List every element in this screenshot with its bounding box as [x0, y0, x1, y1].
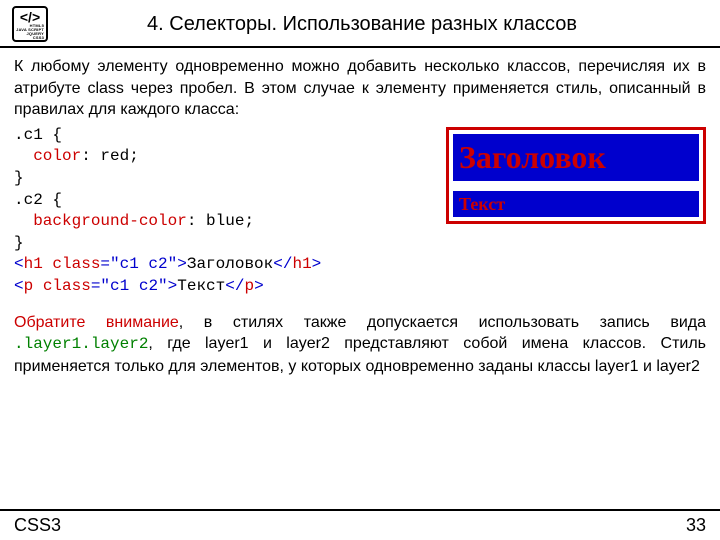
slide-header: </> HTML5 JAVA SCRIPT JQUERY CSS3 4. Сел…: [0, 0, 720, 48]
example-text: Текст: [453, 191, 699, 217]
note-highlight: Обратите внимание: [14, 314, 179, 331]
tech-logo: </> HTML5 JAVA SCRIPT JQUERY CSS3: [12, 6, 48, 42]
example-heading: Заголовок: [453, 134, 699, 181]
page-number: 33: [686, 515, 706, 536]
logo-line: CSS3: [16, 36, 44, 40]
slide-title: 4. Селекторы. Использование разных класс…: [56, 13, 708, 36]
code-area: .c1 { color: red; } .c2 { background-col…: [14, 125, 706, 298]
slide-content: К любому элементу одновременно можно доб…: [0, 48, 720, 377]
note-code: .layer1.layer2: [14, 335, 148, 353]
note-paragraph: Обратите внимание, в стилях также допуск…: [14, 312, 706, 378]
slide-footer: CSS3 33: [0, 509, 720, 540]
footer-topic: CSS3: [14, 515, 61, 536]
code-brackets-icon: </>: [16, 10, 44, 24]
rendered-example: Заголовок Текст: [446, 127, 706, 224]
intro-paragraph: К любому элементу одновременно можно доб…: [14, 56, 706, 121]
